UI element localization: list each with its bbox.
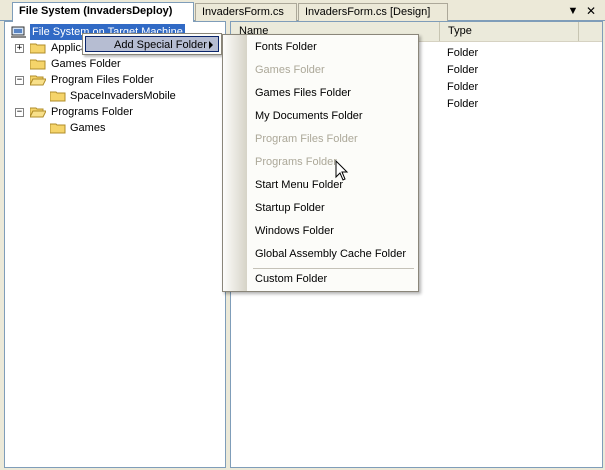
- list-item-type[interactable]: Folder: [447, 96, 478, 112]
- document-tab-strip: File System (InvadersDeploy) InvadersFor…: [0, 0, 605, 22]
- menu-item-programs-folder: Programs Folder: [255, 156, 337, 168]
- menu-item-program-files-folder: Program Files Folder: [255, 133, 358, 145]
- menu-item-my-documents-folder[interactable]: My Documents Folder: [247, 106, 416, 127]
- mouse-pointer-icon: [335, 160, 349, 181]
- menu-item-games-folder: Games Folder: [255, 64, 325, 76]
- tab-dropdown-icon[interactable]: ▼: [566, 4, 580, 18]
- menu-item-start-menu-folder[interactable]: Start Menu Folder: [247, 175, 416, 196]
- folder-icon: [30, 59, 46, 70]
- file-system-tree[interactable]: File System on Target Machine + Applica …: [4, 21, 226, 468]
- tree-item-programs-folder[interactable]: − Programs Folder: [5, 104, 225, 120]
- tree-item-games-folder[interactable]: Games Folder: [5, 56, 225, 72]
- tree-item-label: Program Files Folder: [51, 74, 154, 86]
- column-header-type[interactable]: Type: [440, 22, 579, 41]
- special-folder-submenu: Fonts Folder Games Folder Games Files Fo…: [222, 34, 419, 292]
- folder-open-icon: [30, 107, 46, 118]
- tree-item-program-files-folder[interactable]: − Program Files Folder: [5, 72, 225, 88]
- computer-icon: [11, 26, 26, 38]
- list-item-type[interactable]: Folder: [447, 62, 478, 78]
- context-menu: Add Special Folder: [82, 33, 222, 55]
- menu-gutter: [223, 35, 247, 291]
- tree-item-spaceinvadersmobile[interactable]: SpaceInvadersMobile: [5, 88, 225, 104]
- menu-item-fonts-folder[interactable]: Fonts Folder: [247, 37, 416, 58]
- menu-item-label: Add Special Folder: [114, 39, 207, 51]
- folder-icon: [50, 123, 66, 134]
- tree-item-label: Programs Folder: [51, 106, 133, 118]
- menu-item-games-files-folder[interactable]: Games Files Folder: [247, 83, 416, 104]
- menu-item-add-special-folder[interactable]: Add Special Folder: [85, 36, 219, 52]
- tree-item-games[interactable]: Games: [5, 120, 225, 136]
- tab-invadersform-design[interactable]: InvadersForm.cs [Design]: [298, 3, 448, 21]
- list-item-type[interactable]: Folder: [447, 45, 478, 61]
- menu-item-gac-folder[interactable]: Global Assembly Cache Folder: [247, 244, 416, 265]
- expand-icon[interactable]: +: [15, 44, 24, 53]
- menu-item-windows-folder[interactable]: Windows Folder: [247, 221, 416, 242]
- collapse-icon[interactable]: −: [15, 76, 24, 85]
- close-icon[interactable]: ✕: [584, 4, 598, 18]
- tab-file-system[interactable]: File System (InvadersDeploy): [12, 2, 194, 22]
- collapse-icon[interactable]: −: [15, 108, 24, 117]
- folder-icon: [30, 43, 46, 54]
- tree-item-label: Games: [70, 122, 106, 134]
- folder-icon: [50, 91, 66, 102]
- list-item-type[interactable]: Folder: [447, 79, 478, 95]
- submenu-arrow-icon: [209, 41, 213, 49]
- tab-invadersform-cs[interactable]: InvadersForm.cs: [195, 3, 297, 21]
- folder-open-icon: [30, 75, 46, 86]
- menu-item-custom-folder[interactable]: Custom Folder: [247, 269, 416, 290]
- tree-item-label: Games Folder: [51, 58, 121, 70]
- menu-item-startup-folder[interactable]: Startup Folder: [247, 198, 416, 219]
- tree-item-label: SpaceInvadersMobile: [70, 90, 176, 102]
